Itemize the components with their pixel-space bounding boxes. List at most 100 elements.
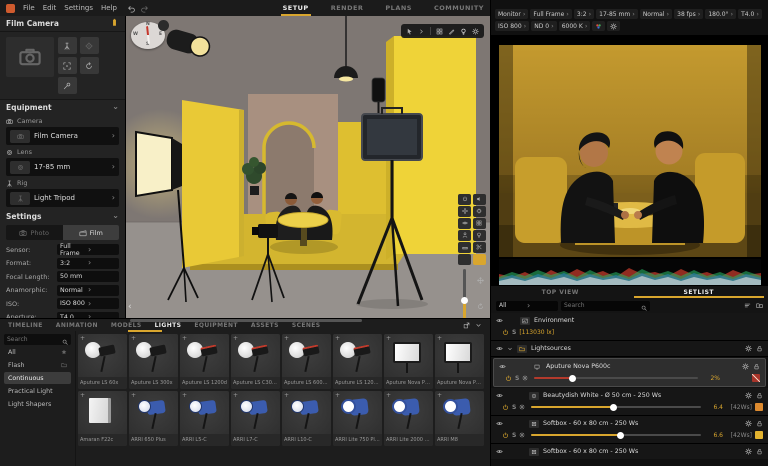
monitor-setting-32[interactable]: 3:2› [574,9,594,19]
light-product-card[interactable]: +ARRI L10-C [282,391,331,446]
eye-icon[interactable] [496,392,503,399]
intensity-slider[interactable] [531,434,701,436]
tool-tripod-button[interactable] [58,37,77,54]
redo-button[interactable] [140,4,149,13]
add-light-button[interactable]: + [80,335,85,342]
viewport-gear-button[interactable] [472,28,479,35]
sort-button[interactable] [744,302,751,309]
power-icon[interactable] [505,375,512,382]
tab-timeline[interactable]: TIMELINE [8,322,43,329]
viewport-bulb-button[interactable] [460,28,467,35]
light-product-card[interactable]: +Aputure Nova P600c [435,334,484,389]
camera-thumbnail[interactable] [6,37,54,77]
light-product-card[interactable]: +Aputure LS 300x [129,334,178,389]
chev-down-button[interactable] [475,322,482,329]
menu-settings[interactable]: Settings [64,4,93,12]
gear-icon[interactable] [745,392,752,399]
undo-button[interactable] [127,4,136,13]
library-search[interactable] [4,334,71,345]
stack-ruler-button[interactable] [458,242,471,253]
setlist-item[interactable]: Lightsources [491,341,768,357]
viewport-pen-button[interactable] [448,28,455,35]
tab-assets[interactable]: ASSETS [251,322,279,329]
setlist-item[interactable]: EnvironmentS[113030 lx] [491,313,768,341]
nav-rotate-button[interactable] [477,295,484,314]
power-icon[interactable] [502,329,509,336]
folder-plus-button[interactable] [756,302,763,309]
color-wheel-button[interactable] [592,21,605,31]
viewport-chev-right-button[interactable] [418,28,425,35]
monitor-setting-1785mm[interactable]: 17-85 mm› [596,9,638,19]
gear-icon[interactable] [745,448,752,455]
setting-value-sensor[interactable]: Full Frame› [57,244,119,255]
tool-target-button[interactable] [80,37,99,54]
stack-speaker-button[interactable] [473,194,486,205]
eye-icon[interactable] [499,363,506,370]
light-color-swatch[interactable] [752,374,760,382]
slider-knob[interactable] [569,375,576,382]
menu-edit[interactable]: Edit [43,4,57,12]
add-light-button[interactable]: + [386,392,391,399]
tab-render[interactable]: RENDER [331,0,364,16]
setlist-search[interactable] [561,301,650,311]
light-color-swatch[interactable] [755,403,763,411]
lock-icon[interactable] [753,363,760,370]
equipment-item-lens[interactable]: 17-85 mm› [6,158,119,176]
light-product-card[interactable]: +Amaran F22c [78,391,127,446]
intensity-slider[interactable] [531,406,701,408]
add-light-button[interactable]: + [284,392,289,399]
gear-icon[interactable] [745,420,752,427]
slider-knob[interactable] [610,404,617,411]
menu-file[interactable]: File [23,4,35,12]
monitor-setting-iso800[interactable]: ISO 800› [495,21,529,31]
light-product-card[interactable]: +Aputure LS 1200d Pro [333,334,382,389]
add-light-button[interactable]: + [284,335,289,342]
eye-icon[interactable] [496,317,503,324]
solo-toggle[interactable]: S [512,432,516,439]
stack-bulb-button[interactable] [473,230,486,241]
light-product-card[interactable]: +Aputure LS 600d Pro [282,334,331,389]
lock-icon[interactable] [756,420,763,427]
monitor-setting-fullframe[interactable]: Full Frame› [530,9,571,19]
monitor-setting-t40[interactable]: T4.0› [738,9,762,19]
filter-dropdown[interactable]: All › [496,301,558,311]
monitor-setting-normal[interactable]: Normal› [640,9,672,19]
settings-section-header[interactable]: Settings ⌄ [0,209,125,223]
tool-rotate-button[interactable] [80,57,99,74]
light-color-swatch-button[interactable] [473,254,486,265]
stack-target-button[interactable] [473,206,486,217]
add-light-button[interactable]: + [182,392,187,399]
monitor-setting-nd0[interactable]: ND 0› [531,21,556,31]
viewport-frames-button[interactable] [436,28,443,35]
panel-splitter-handle[interactable] [130,319,362,322]
tool-wrench-button[interactable] [58,77,77,94]
eye-icon[interactable] [496,448,503,455]
menu-help[interactable]: Help [101,4,117,12]
add-light-button[interactable]: + [335,335,340,342]
light-product-card[interactable]: +Aputure LS 60x [78,334,127,389]
light-product-card[interactable]: +Aputure LS 1200d [180,334,229,389]
camera-view-icon[interactable] [158,20,169,31]
stack-eye-button[interactable] [458,218,471,229]
add-light-button[interactable]: + [233,392,238,399]
mode-film-button[interactable]: Film [63,225,120,240]
solo-toggle[interactable]: S [512,329,516,336]
add-light-button[interactable]: + [233,335,238,342]
add-light-button[interactable]: + [80,392,85,399]
power-icon[interactable] [502,404,509,411]
slider-knob[interactable] [461,297,468,304]
setting-value-anamorphic[interactable]: Normal› [57,285,119,296]
viewport-3d[interactable]: N W E S 5.6 Orbit ‹ [126,16,490,318]
expand-button[interactable] [463,322,470,329]
solo-toggle[interactable]: S [515,375,519,382]
equipment-section-header[interactable]: Equipment ⌄ [0,100,125,114]
stack-scissors-button[interactable] [473,242,486,253]
tab-lights[interactable]: LIGHTS [155,322,182,329]
stack-frames-button[interactable] [473,218,486,229]
category-practical-light[interactable]: Practical Light [4,385,71,397]
lock-icon[interactable] [756,392,763,399]
lock-icon[interactable] [756,345,763,352]
light-product-card[interactable]: +ARRI 650 Plus [129,391,178,446]
tab-animation[interactable]: ANIMATION [56,322,98,329]
tab-models[interactable]: MODELS [111,322,142,329]
